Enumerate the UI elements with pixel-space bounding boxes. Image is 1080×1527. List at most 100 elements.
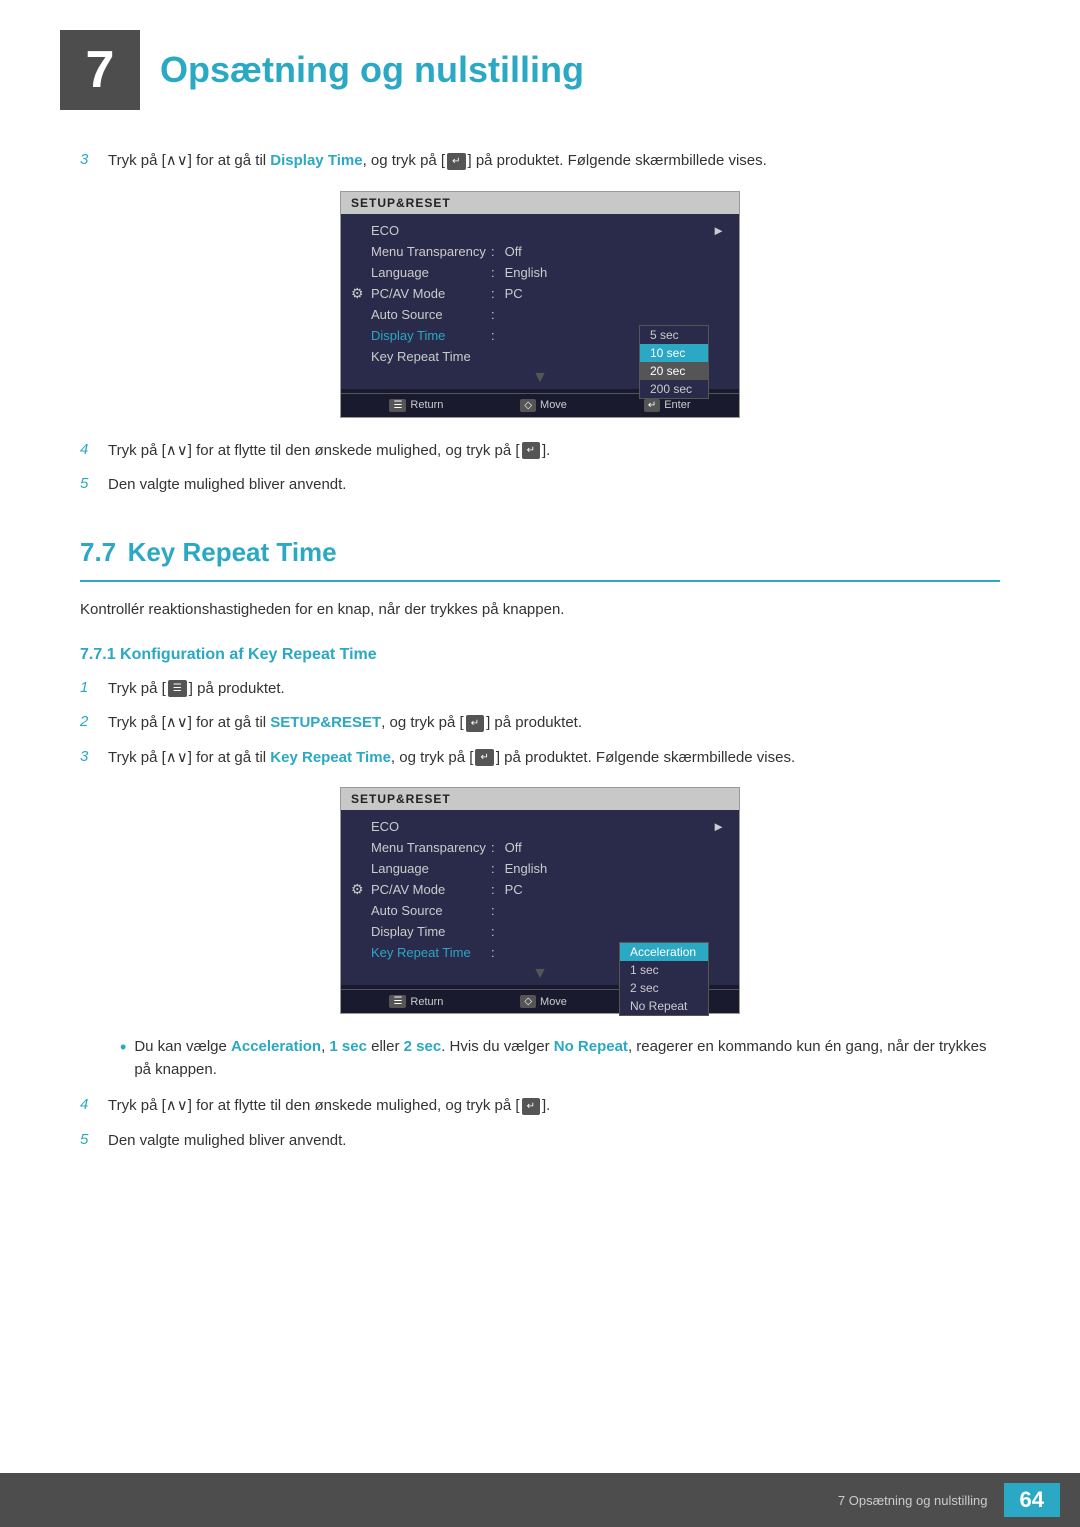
menu-title-2: SETUP&RESET [341,788,739,810]
menu-body-2: ECO ► Menu Transparency : Off Language :… [341,810,739,985]
step-5: 5 Den valgte mulighed bliver anvendt. [80,474,1000,497]
enter-icon-1: ↵ [447,153,465,170]
main-content: 3 Tryk på [∧∨] for at gå til Display Tim… [0,130,1080,1224]
highlight-2sec: 2 sec [404,1038,442,1055]
menu2-label-language: Language [371,861,491,876]
step2-4: 4 Tryk på [∧∨] for at flytte til den øns… [80,1095,1000,1118]
subsection-heading: 7.7.1 Konfiguration af Key Repeat Time [80,646,1000,664]
page-header: 7 Opsætning og nulstilling [0,0,1080,130]
highlight-1sec: 1 sec [329,1038,367,1055]
menu2-item-autosource: Auto Source : [341,900,739,921]
menu2-item-menu-trans: Menu Transparency : Off [341,837,739,858]
menu2-item-keyrepeat: Key Repeat Time : Acceleration 1 sec 2 s… [341,942,739,963]
menu-item-displaytime: Display Time : 5 sec 10 sec 20 sec 200 s… [341,325,739,346]
step-text-4: Tryk på [∧∨] for at flytte til den ønske… [108,440,550,463]
menu2-label-eco: ECO [371,819,491,834]
return-label-2: Return [410,996,443,1008]
menu2-label-pcav: PC/AV Mode [371,882,491,897]
menu-label-language: Language [371,265,491,280]
chapter-title: Opsætning og nulstilling [160,49,584,91]
step2-3: 3 Tryk på [∧∨] for at gå til Key Repeat … [80,747,1000,770]
move-icon-2: ◇ [520,995,536,1008]
enter-icon-4: ↵ [475,749,493,766]
menu-value-language: English [505,265,548,280]
menu-label-pcav: PC/AV Mode [371,286,491,301]
dropdown-10sec: 10 sec [640,344,708,362]
menu-label-keyrepeat: Key Repeat Time [371,349,491,364]
step2-text-4: Tryk på [∧∨] for at flytte til den ønske… [108,1095,550,1118]
menu-value-pcav: PC [505,286,523,301]
step-number-3: 3 [80,150,108,168]
step2-text-3: Tryk på [∧∨] for at gå til Key Repeat Ti… [108,747,795,770]
eco-arrow: ► [712,223,725,238]
menu2-label-displaytime: Display Time [371,924,491,939]
footer-move: ◇ Move [520,399,567,412]
menu-label-displaytime: Display Time [371,328,491,343]
footer2-return: ☰ Return [389,995,443,1008]
menu-item-menu-trans: Menu Transparency : Off [341,241,739,262]
step2-text-5: Den valgte mulighed bliver anvendt. [108,1130,346,1153]
menu-value-menu-trans: Off [505,244,522,259]
section-7-7-heading: 7.7 [80,537,116,574]
menu-item-language: Language : English [341,262,739,283]
enter-icon-footer: ↵ [644,399,660,412]
highlight-norepeat: No Repeat [554,1038,628,1055]
dropdown-5sec: 5 sec [640,326,708,344]
footer-enter: ↵ Enter [644,399,691,412]
dropdown-acceleration: Acceleration [620,943,708,961]
return-icon: ☰ [389,399,406,412]
move-label-2: Move [540,996,567,1008]
highlight-setup: SETUP&RESET [270,714,381,731]
display-time-steps: 3 Tryk på [∧∨] for at gå til Display Tim… [80,150,1000,497]
bullet-item-1: • Du kan vælge Acceleration, 1 sec eller… [120,1036,1000,1081]
menu-icon: ☰ [168,680,187,697]
step-text-3: Tryk på [∧∨] for at gå til Display Time,… [108,150,767,173]
section-7-7: 7.7 Key Repeat Time Kontrollér reaktions… [80,537,1000,1153]
step-4: 4 Tryk på [∧∨] for at flytte til den øns… [80,440,1000,463]
menu2-label-keyrepeat: Key Repeat Time [371,945,491,960]
menu2-value-menu-trans: Off [505,840,522,855]
footer2-move: ◇ Move [520,995,567,1008]
footer-text: 7 Opsætning og nulstilling [838,1493,988,1508]
menu-item-autosource: Auto Source : [341,304,739,325]
menu-screenshot-2: SETUP&RESET ECO ► Menu Transparency : Of… [340,787,740,1014]
menu2-item-eco: ECO ► [341,816,739,837]
move-icon: ◇ [520,399,536,412]
eco-arrow-2: ► [712,819,725,834]
bullet-dot: • [120,1034,126,1061]
menu2-item-language: Language : English [341,858,739,879]
menu-item-pcav: ⚙ PC/AV Mode : PC [341,283,739,304]
step2-1: 1 Tryk på [☰] på produktet. [80,678,1000,701]
enter-icon-5: ↵ [522,1098,540,1115]
highlight-acceleration: Acceleration [231,1038,321,1055]
menu-label-menu-trans: Menu Transparency [371,244,491,259]
menu2-label-autosource: Auto Source [371,903,491,918]
enter-icon-2: ↵ [522,442,540,459]
section-description: Kontrollér reaktionshastigheden for en k… [80,598,1000,622]
bullet-list: • Du kan vælge Acceleration, 1 sec eller… [120,1036,1000,1081]
step-number-4: 4 [80,440,108,458]
menu-item-eco: ECO ► [341,220,739,241]
menu2-value-language: English [505,861,548,876]
menu2-label-menu-trans: Menu Transparency [371,840,491,855]
menu-title-1: SETUP&RESET [341,192,739,214]
bullet-text: Du kan vælge Acceleration, 1 sec eller 2… [134,1036,1000,1081]
return-icon-2: ☰ [389,995,406,1008]
menu-body-1: ECO ► Menu Transparency : Off Language :… [341,214,739,389]
highlight-keyrepeat: Key Repeat Time [270,749,391,766]
step2-5: 5 Den valgte mulighed bliver anvendt. [80,1130,1000,1153]
move-label: Move [540,399,567,411]
section-7-7-title: Key Repeat Time [120,537,336,574]
dropdown-2sec: 2 sec [620,979,708,997]
return-label: Return [410,399,443,411]
menu-screenshot-1: SETUP&RESET ECO ► Menu Transparency : Of… [340,191,740,418]
highlight-display-time: Display Time [270,152,362,169]
step2-number-2: 2 [80,712,108,730]
menu2-value-pcav: PC [505,882,523,897]
step-text-5: Den valgte mulighed bliver anvendt. [108,474,346,497]
step-number-5: 5 [80,474,108,492]
dropdown-200sec: 200 sec [640,380,708,398]
enter-label: Enter [664,399,690,411]
step-3: 3 Tryk på [∧∨] for at gå til Display Tim… [80,150,1000,173]
step2-text-2: Tryk på [∧∨] for at gå til SETUP&RESET, … [108,712,582,735]
